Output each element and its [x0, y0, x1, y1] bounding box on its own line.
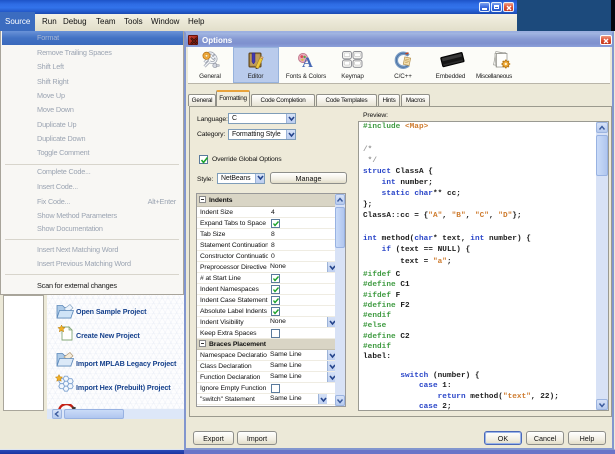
svg-text:A: A: [302, 55, 313, 70]
